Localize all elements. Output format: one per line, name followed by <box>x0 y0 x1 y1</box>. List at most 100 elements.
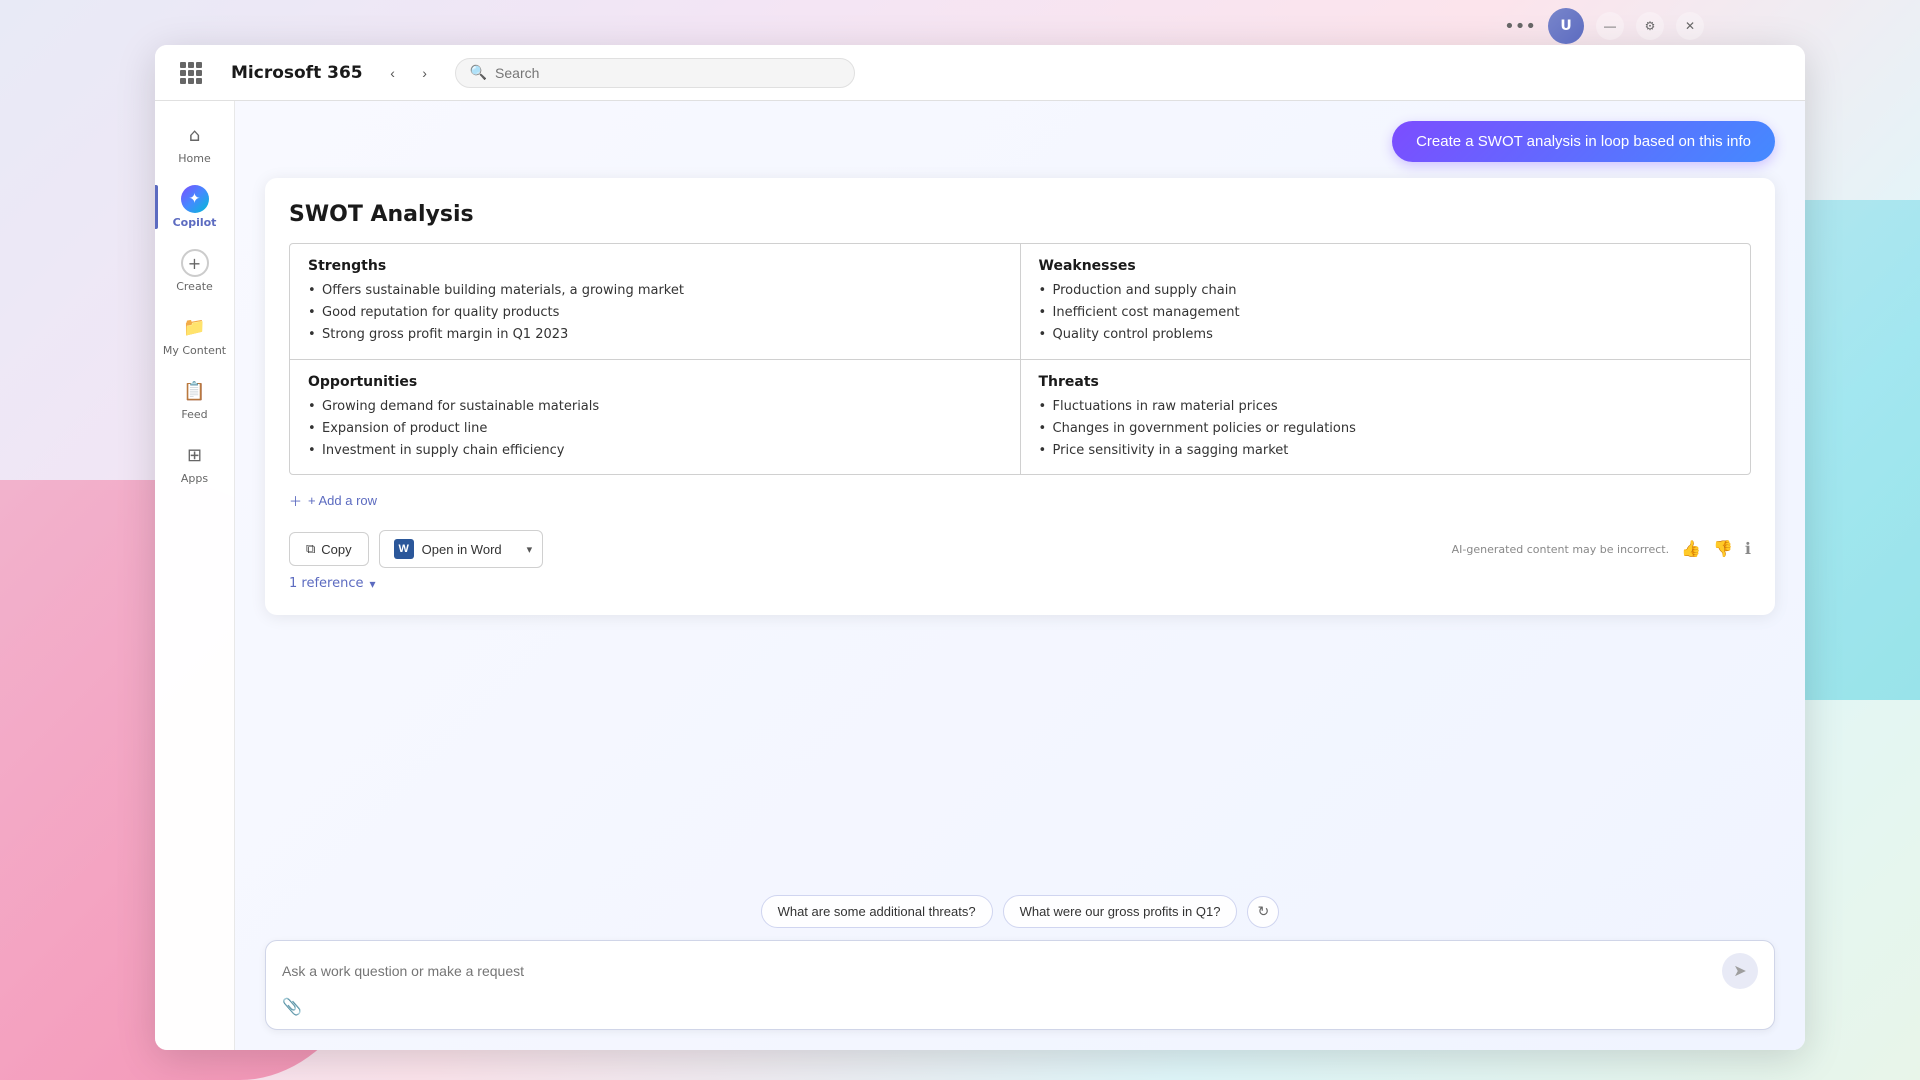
reference-label: 1 reference <box>289 576 363 591</box>
app-title: Microsoft 365 <box>231 63 363 83</box>
swot-actions: ⧉ Copy W Open in Word ▾ <box>289 530 1751 568</box>
create-swot-button[interactable]: Create a SWOT analysis in loop based on … <box>1392 121 1775 162</box>
add-row-label: + Add a row <box>308 493 377 508</box>
list-item: Inefficient cost management <box>1039 304 1733 322</box>
strengths-list: Offers sustainable building materials, a… <box>308 282 1002 345</box>
copilot-panel: Create a SWOT analysis in loop based on … <box>235 101 1805 895</box>
grid-menu-icon[interactable] <box>175 57 207 89</box>
sidebar-label-apps: Apps <box>181 472 208 485</box>
open-word-label: Open in Word <box>422 542 502 557</box>
suggestions-row: What are some additional threats? What w… <box>265 895 1775 928</box>
list-item: Strong gross profit margin in Q1 2023 <box>308 326 1002 344</box>
swot-row-top: Strengths Offers sustainable building ma… <box>290 244 1750 360</box>
swot-cell-threats: Threats Fluctuations in raw material pri… <box>1021 360 1751 475</box>
search-icon: 🔍 <box>470 65 487 81</box>
bottom-area: What are some additional threats? What w… <box>235 895 1805 1050</box>
list-item: Growing demand for sustainable materials <box>308 398 1002 416</box>
sidebar-label-feed: Feed <box>181 408 207 421</box>
user-avatar[interactable]: U <box>1548 8 1584 44</box>
search-input[interactable] <box>495 65 840 81</box>
feed-icon: 📋 <box>181 377 209 405</box>
settings-button[interactable]: ⚙ <box>1636 12 1664 40</box>
swot-cell-strengths: Strengths Offers sustainable building ma… <box>290 244 1021 359</box>
copilot-icon: ✦ <box>181 185 209 213</box>
list-item: Offers sustainable building materials, a… <box>308 282 1002 300</box>
threats-header: Threats <box>1039 374 1733 390</box>
open-in-word-button[interactable]: W Open in Word <box>380 531 516 567</box>
my-content-icon: 📁 <box>181 313 209 341</box>
add-row-icon: ＋ <box>289 491 302 510</box>
sidebar-item-home[interactable]: ⌂ Home <box>155 113 234 173</box>
refresh-suggestions-button[interactable]: ↻ <box>1247 896 1279 928</box>
chat-tools-row: 📎 <box>282 997 1758 1017</box>
open-word-dropdown-button[interactable]: ▾ <box>517 535 543 564</box>
window-chrome: ••• U — ⚙ ✕ <box>1488 0 1720 52</box>
list-item: Quality control problems <box>1039 326 1733 344</box>
sidebar-item-feed[interactable]: 📋 Feed <box>155 369 234 429</box>
list-item: Production and supply chain <box>1039 282 1733 300</box>
sidebar-item-apps[interactable]: ⊞ Apps <box>155 433 234 493</box>
opportunities-list: Growing demand for sustainable materials… <box>308 398 1002 461</box>
reference-row[interactable]: 1 reference ▾ <box>289 576 1751 591</box>
apps-icon: ⊞ <box>181 441 209 469</box>
ai-disclaimer: AI-generated content may be incorrect. <box>1452 543 1669 556</box>
swot-title: SWOT Analysis <box>289 202 1751 227</box>
swot-actions-left: ⧉ Copy W Open in Word ▾ <box>289 530 543 568</box>
list-item: Price sensitivity in a sagging market <box>1039 442 1733 460</box>
back-button[interactable]: ‹ <box>379 59 407 87</box>
sidebar-label-home: Home <box>178 152 210 165</box>
copy-icon: ⧉ <box>306 541 315 557</box>
sidebar-item-copilot[interactable]: ✦ Copilot <box>155 177 234 237</box>
list-item: Investment in supply chain efficiency <box>308 442 1002 460</box>
main-layout: ⌂ Home ✦ Copilot + Create 📁 My Content 📋… <box>155 101 1805 1050</box>
thumbs-up-button[interactable]: 👍 <box>1681 539 1701 559</box>
weaknesses-header: Weaknesses <box>1039 258 1733 274</box>
list-item: Good reputation for quality products <box>308 304 1002 322</box>
app-container: Microsoft 365 ‹ › 🔍 ⌂ Home ✦ Copilot + <box>155 45 1805 1050</box>
forward-button[interactable]: › <box>411 59 439 87</box>
list-item: Fluctuations in raw material prices <box>1039 398 1733 416</box>
nav-arrows: ‹ › <box>379 59 439 87</box>
opportunities-header: Opportunities <box>308 374 1002 390</box>
strengths-header: Strengths <box>308 258 1002 274</box>
sidebar-item-create[interactable]: + Create <box>155 241 234 301</box>
search-bar[interactable]: 🔍 <box>455 58 855 88</box>
suggestion-chip-2[interactable]: What were our gross profits in Q1? <box>1003 895 1238 928</box>
swot-cell-weaknesses: Weaknesses Production and supply chain I… <box>1021 244 1751 359</box>
sidebar-label-copilot: Copilot <box>173 216 217 229</box>
chat-input-row: ➤ <box>282 953 1758 989</box>
swot-row-bottom: Opportunities Growing demand for sustain… <box>290 360 1750 475</box>
suggestion-chip-1[interactable]: What are some additional threats? <box>761 895 993 928</box>
weaknesses-list: Production and supply chain Inefficient … <box>1039 282 1733 345</box>
top-bar: Microsoft 365 ‹ › 🔍 <box>155 45 1805 101</box>
list-item: Changes in government policies or regula… <box>1039 420 1733 438</box>
swot-actions-right: AI-generated content may be incorrect. 👍… <box>1452 539 1751 559</box>
more-options-icon[interactable]: ••• <box>1504 16 1536 37</box>
swot-cell-opportunities: Opportunities Growing demand for sustain… <box>290 360 1021 475</box>
sidebar-label-create: Create <box>176 280 213 293</box>
sidebar-label-my-content: My Content <box>163 344 226 357</box>
swot-card: SWOT Analysis Strengths Offers sustainab… <box>265 178 1775 615</box>
add-row-button[interactable]: ＋ + Add a row <box>289 487 377 514</box>
content-area: Create a SWOT analysis in loop based on … <box>235 101 1805 1050</box>
swot-table: Strengths Offers sustainable building ma… <box>289 243 1751 475</box>
minimize-button[interactable]: — <box>1596 12 1624 40</box>
threats-list: Fluctuations in raw material prices Chan… <box>1039 398 1733 461</box>
info-button[interactable]: ℹ <box>1745 539 1751 559</box>
reference-chevron-icon: ▾ <box>369 577 375 591</box>
copy-label: Copy <box>321 542 351 557</box>
send-button[interactable]: ➤ <box>1722 953 1758 989</box>
sidebar-item-my-content[interactable]: 📁 My Content <box>155 305 234 365</box>
create-icon: + <box>181 249 209 277</box>
attach-button[interactable]: 📎 <box>282 997 302 1017</box>
list-item: Expansion of product line <box>308 420 1002 438</box>
close-button[interactable]: ✕ <box>1676 12 1704 40</box>
copy-button[interactable]: ⧉ Copy <box>289 532 369 566</box>
home-icon: ⌂ <box>181 121 209 149</box>
sidebar: ⌂ Home ✦ Copilot + Create 📁 My Content 📋… <box>155 101 235 1050</box>
chat-input-container: ➤ 📎 <box>265 940 1775 1030</box>
thumbs-down-button[interactable]: 👎 <box>1713 539 1733 559</box>
chat-input[interactable] <box>282 963 1712 979</box>
open-word-container: W Open in Word ▾ <box>379 530 544 568</box>
word-icon: W <box>394 539 414 559</box>
